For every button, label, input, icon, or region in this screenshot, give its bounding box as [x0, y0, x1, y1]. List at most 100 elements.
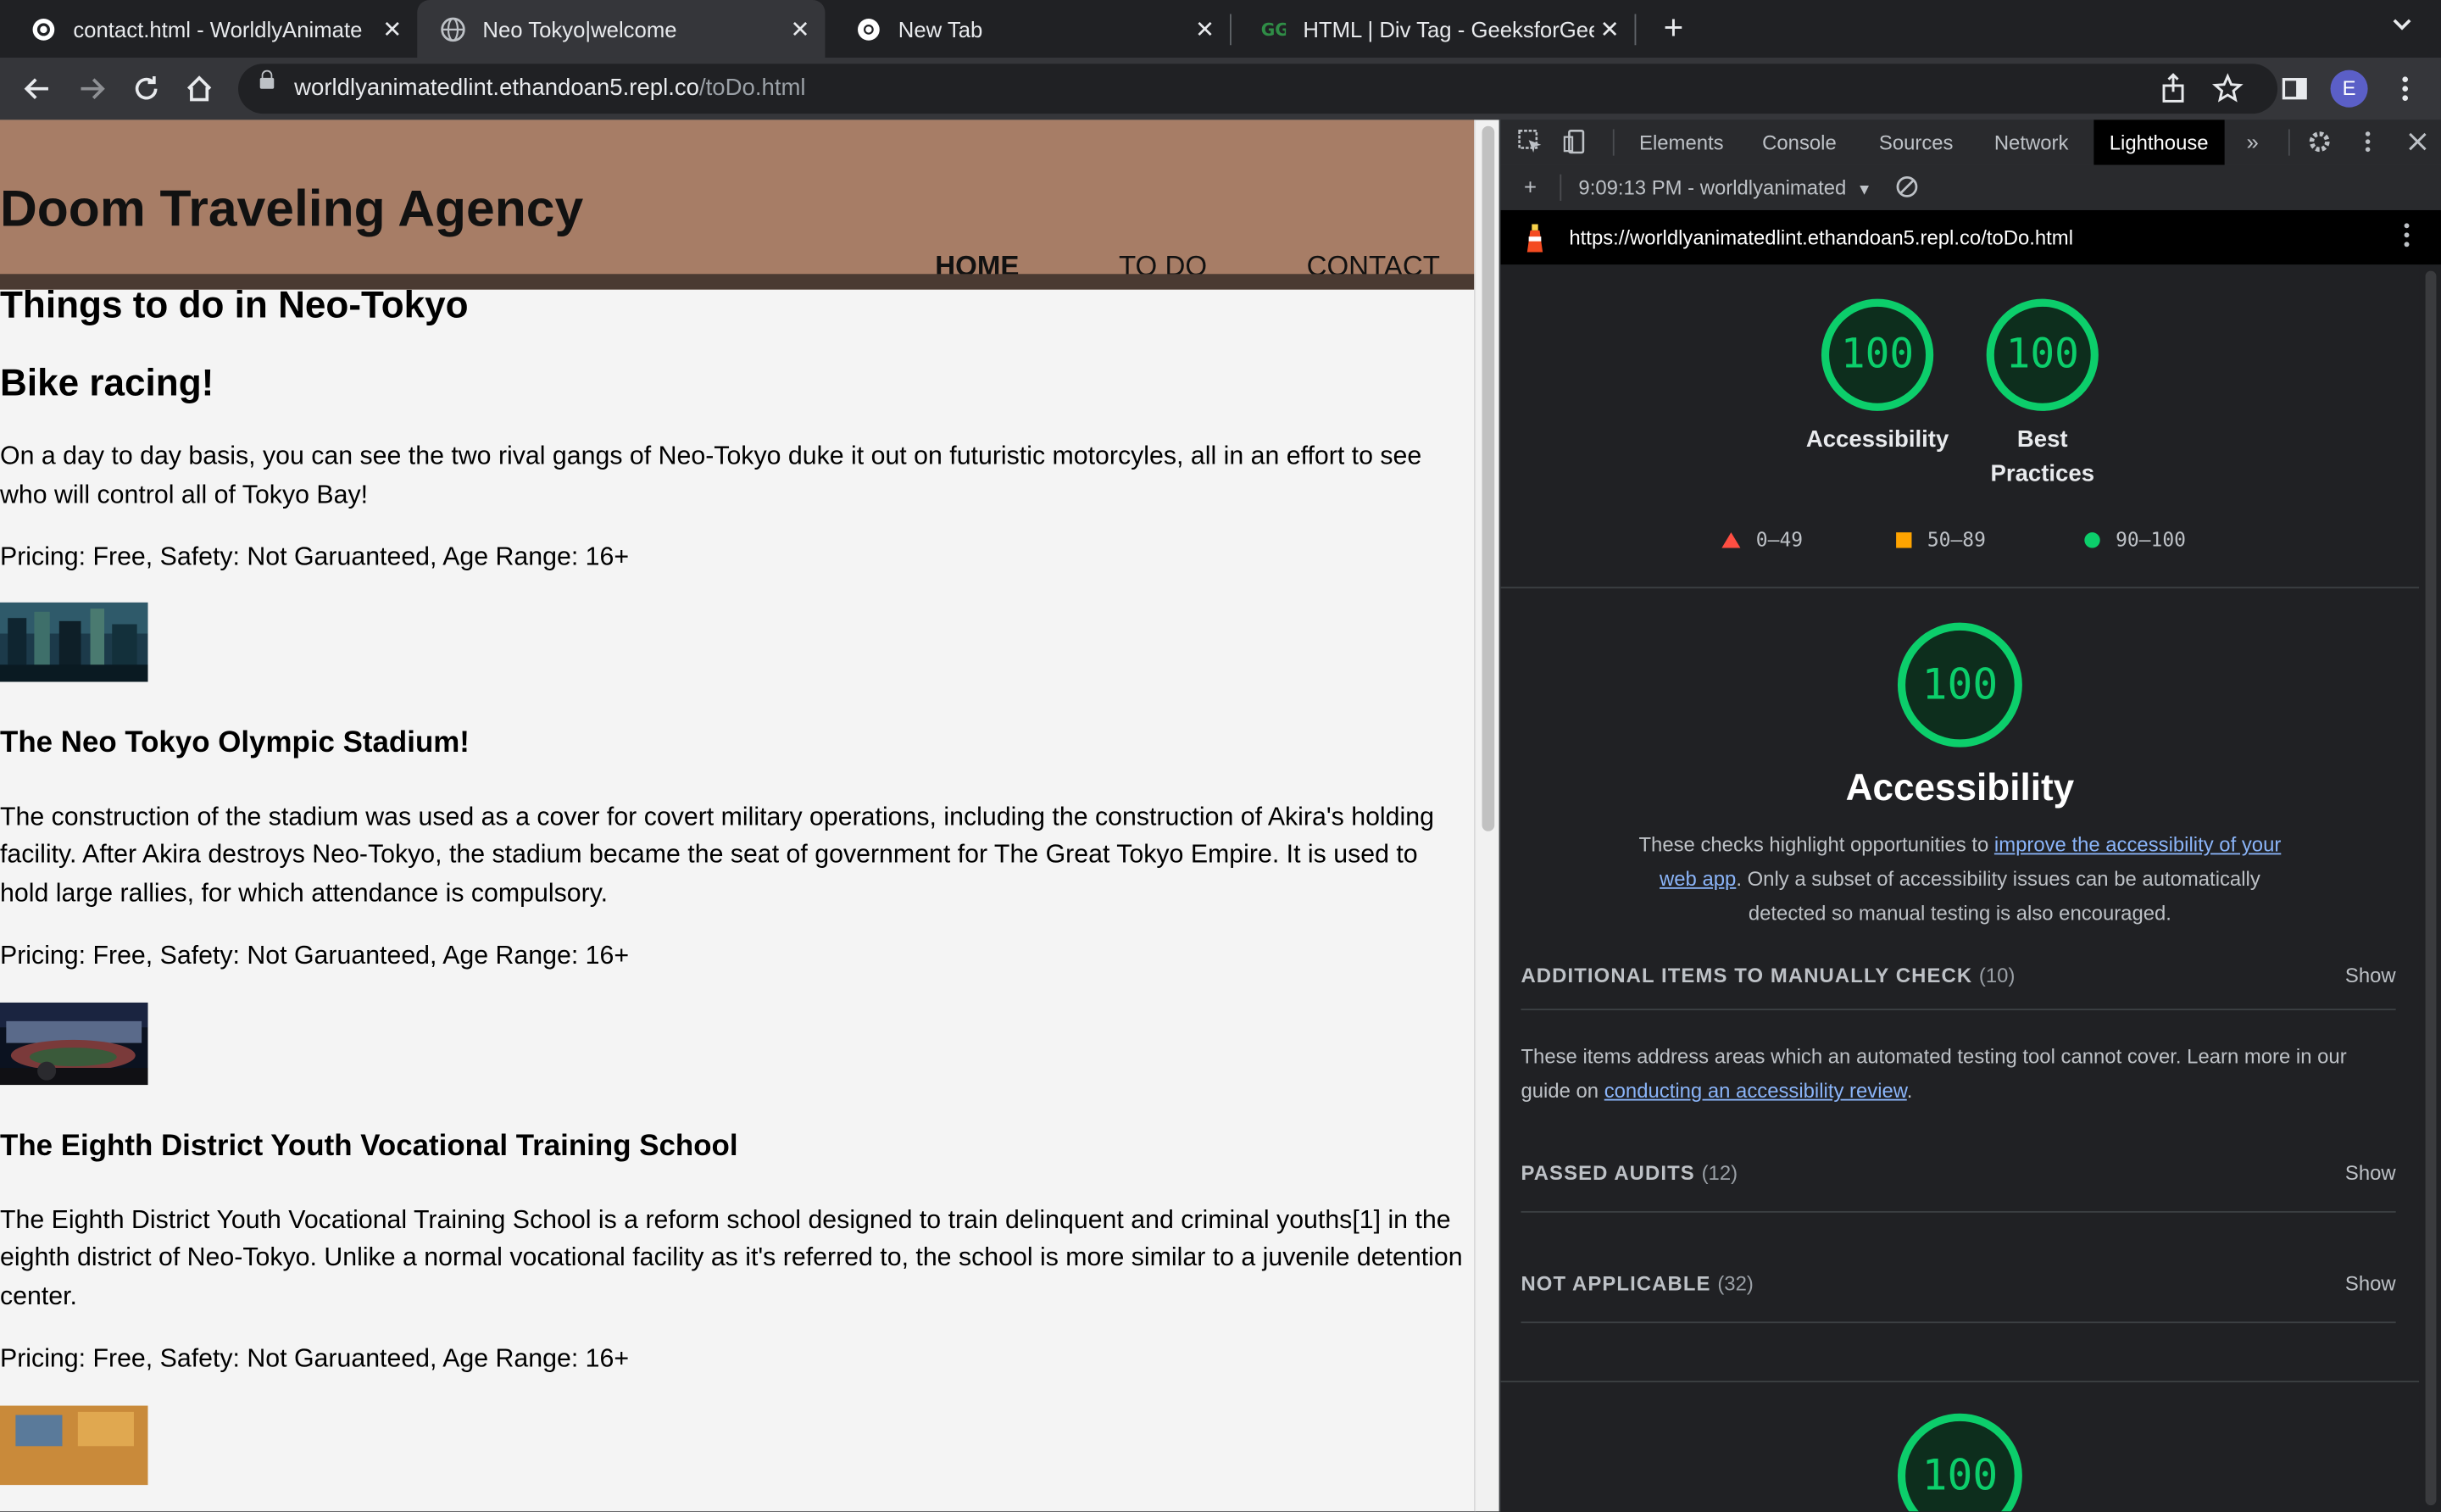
lighthouse-report: 100 Accessibility 100 Best Practices 0–4…: [1500, 264, 2420, 1512]
tab-label: New Tab: [898, 16, 983, 42]
report-scrollbar[interactable]: [2419, 264, 2441, 1512]
svg-text:GG: GG: [1261, 19, 1286, 39]
group-manual-check[interactable]: ADDITIONAL ITEMS TO MANUALLY CHECK (10) …: [1521, 964, 2395, 995]
address-bar[interactable]: worldlyanimatedlint.ethandoan5.repl.co/t…: [238, 64, 2278, 114]
group-title: PASSED AUDITS (12): [1521, 1161, 1738, 1185]
tab-label: HTML | Div Tag - GeeksforGeek: [1303, 16, 1594, 42]
inspect-element-icon[interactable]: [1516, 128, 1544, 156]
profile-avatar[interactable]: E: [2330, 69, 2368, 108]
browser-toolbar: worldlyanimatedlint.ethandoan5.repl.co/t…: [0, 57, 2441, 120]
scrollbar-thumb[interactable]: [2425, 270, 2437, 1506]
close-icon[interactable]: ✕: [1594, 14, 1626, 42]
lock-icon[interactable]: [259, 69, 275, 89]
vocational-school-image: [0, 1404, 148, 1485]
new-report-plus-icon[interactable]: +: [1516, 173, 1544, 201]
score-ring: 100: [1897, 1413, 2022, 1512]
close-icon[interactable]: ✕: [1189, 14, 1220, 42]
desc-text: . Only a subset of accessibility issues …: [1736, 867, 2260, 925]
section-title: Bike racing!: [0, 362, 214, 405]
tab-sources[interactable]: Sources: [1879, 120, 1954, 164]
new-tab-button[interactable]: +: [1654, 8, 1692, 47]
close-devtools-icon[interactable]: [2404, 128, 2432, 156]
more-tabs-icon[interactable]: »: [2238, 128, 2266, 156]
legend-average: 50–89: [1896, 527, 1986, 552]
section-pricing: Pricing: Free, Safety: Not Garuanteed, A…: [0, 1344, 630, 1373]
tab-geeksforgeeks[interactable]: GG HTML | Div Tag - GeeksforGeek ✕: [1230, 0, 1635, 58]
legend-label: 50–89: [1927, 527, 1986, 552]
tab-lighthouse[interactable]: Lighthouse: [2093, 120, 2224, 165]
tab-search-chevron-icon[interactable]: [2391, 13, 2413, 39]
score-ring: 100: [1821, 298, 1934, 411]
divider: [1521, 1210, 2396, 1213]
group-passed-audits[interactable]: PASSED AUDITS (12) Show: [1521, 1161, 2395, 1192]
side-panel-icon[interactable]: [2276, 70, 2313, 108]
show-toggle[interactable]: Show: [2345, 964, 2396, 987]
tab-elements[interactable]: Elements: [1639, 120, 1724, 164]
chrome-icon: [856, 16, 881, 41]
show-toggle[interactable]: Show: [2345, 1272, 2396, 1296]
tab-new-tab[interactable]: New Tab ✕: [825, 0, 1230, 58]
show-toggle[interactable]: Show: [2345, 1161, 2396, 1185]
divider: [1500, 586, 2420, 589]
url-text: worldlyanimatedlint.ethandoan5.repl.co/t…: [294, 75, 805, 101]
forward-button[interactable]: [73, 70, 110, 108]
tab-network[interactable]: Network: [1994, 120, 2069, 164]
share-icon[interactable]: [2155, 70, 2192, 108]
tab-label: contact.html - WorldlyAnimate: [73, 16, 363, 42]
score-ring: 100: [1986, 298, 2099, 411]
bookmark-star-icon[interactable]: [2209, 70, 2246, 108]
tab-strip: contact.html - WorldlyAnimate ✕ Neo Toky…: [0, 0, 2441, 58]
olympic-stadium-image: [0, 1001, 148, 1085]
toolbar-divider: [2288, 129, 2290, 156]
report-url[interactable]: https://worldlyanimatedlint.ethandoan5.r…: [1569, 225, 2073, 249]
tab-console[interactable]: Console: [1762, 120, 1837, 164]
legend-label: 0–49: [1755, 527, 1804, 552]
lighthouse-logo-icon: [1526, 224, 1543, 253]
page-content: Things to do in Neo-Tokyo Bike racing! O…: [0, 285, 1471, 1485]
gauge-label: Best Practices: [1990, 426, 2095, 487]
group-count: (12): [1701, 1161, 1738, 1185]
accessibility-review-link[interactable]: conducting an accessibility review: [1604, 1079, 1907, 1103]
gauge-accessibility[interactable]: 100 Accessibility: [1790, 298, 1965, 458]
desc-text: These checks highlight opportunities to: [1638, 832, 1994, 857]
report-time: 9:09:13 PM - worldlyanimated: [1578, 175, 1847, 200]
tab-label: Neo Tokyo|welcome: [482, 16, 677, 42]
report-selector[interactable]: 9:09:13 PM - worldlyanimated ▼: [1578, 176, 1871, 200]
next-category-gauge: 100: [1897, 1413, 2022, 1512]
divider: [1500, 1381, 2420, 1382]
group-not-applicable[interactable]: NOT APPLICABLE (32) Show: [1521, 1272, 2395, 1304]
scrollbar-thumb[interactable]: [1482, 125, 1495, 831]
score-ring: 100: [1897, 622, 2022, 748]
section-title: The Neo Tokyo Olympic Stadium!: [0, 725, 470, 759]
site-title: Doom Traveling Agency: [0, 179, 584, 237]
average-square-icon: [1896, 531, 1912, 548]
group-title: ADDITIONAL ITEMS TO MANUALLY CHECK (10): [1521, 963, 2016, 987]
close-icon[interactable]: ✕: [376, 14, 408, 42]
section-title: The Eighth District Youth Vocational Tra…: [0, 1129, 738, 1163]
close-icon[interactable]: ✕: [785, 14, 816, 42]
back-button[interactable]: [19, 70, 56, 108]
reload-button[interactable]: [128, 70, 165, 108]
page-scrollbar[interactable]: [1474, 120, 1501, 1512]
device-toolbar-icon[interactable]: [1561, 128, 1589, 156]
legend-label: 90–100: [2116, 527, 2187, 552]
url-host: worldlyanimatedlint.ethandoan5.repl.co: [294, 75, 699, 102]
home-button[interactable]: [181, 70, 218, 108]
settings-gear-icon[interactable]: [2305, 128, 2333, 156]
devtools-menu-icon[interactable]: [2354, 128, 2382, 156]
category-description: These checks highlight opportunities to …: [1626, 828, 2295, 931]
legend-pass: 90–100: [2084, 527, 2187, 552]
section-pricing: Pricing: Free, Safety: Not Garuanteed, A…: [0, 543, 630, 572]
tab-contact[interactable]: contact.html - WorldlyAnimate ✕: [0, 0, 417, 58]
dropdown-arrow-icon: ▼: [1856, 181, 1872, 200]
section-pricing: Pricing: Free, Safety: Not Garuanteed, A…: [0, 942, 630, 970]
clear-reports-icon[interactable]: [1893, 173, 1921, 201]
report-menu-icon[interactable]: [2402, 221, 2411, 257]
toolbar-divider: [1612, 129, 1615, 156]
gauge-best-practices[interactable]: 100 Best Practices: [1955, 298, 2130, 492]
browser-menu-icon[interactable]: [2387, 70, 2424, 108]
bike-racing-image: [0, 601, 148, 681]
devtools-panel: Elements Console Sources Network Lightho…: [1499, 120, 2441, 1512]
section-body: On a day to day basis, you can see the t…: [0, 442, 1422, 509]
tab-neo-tokyo[interactable]: Neo Tokyo|welcome ✕: [417, 0, 826, 58]
